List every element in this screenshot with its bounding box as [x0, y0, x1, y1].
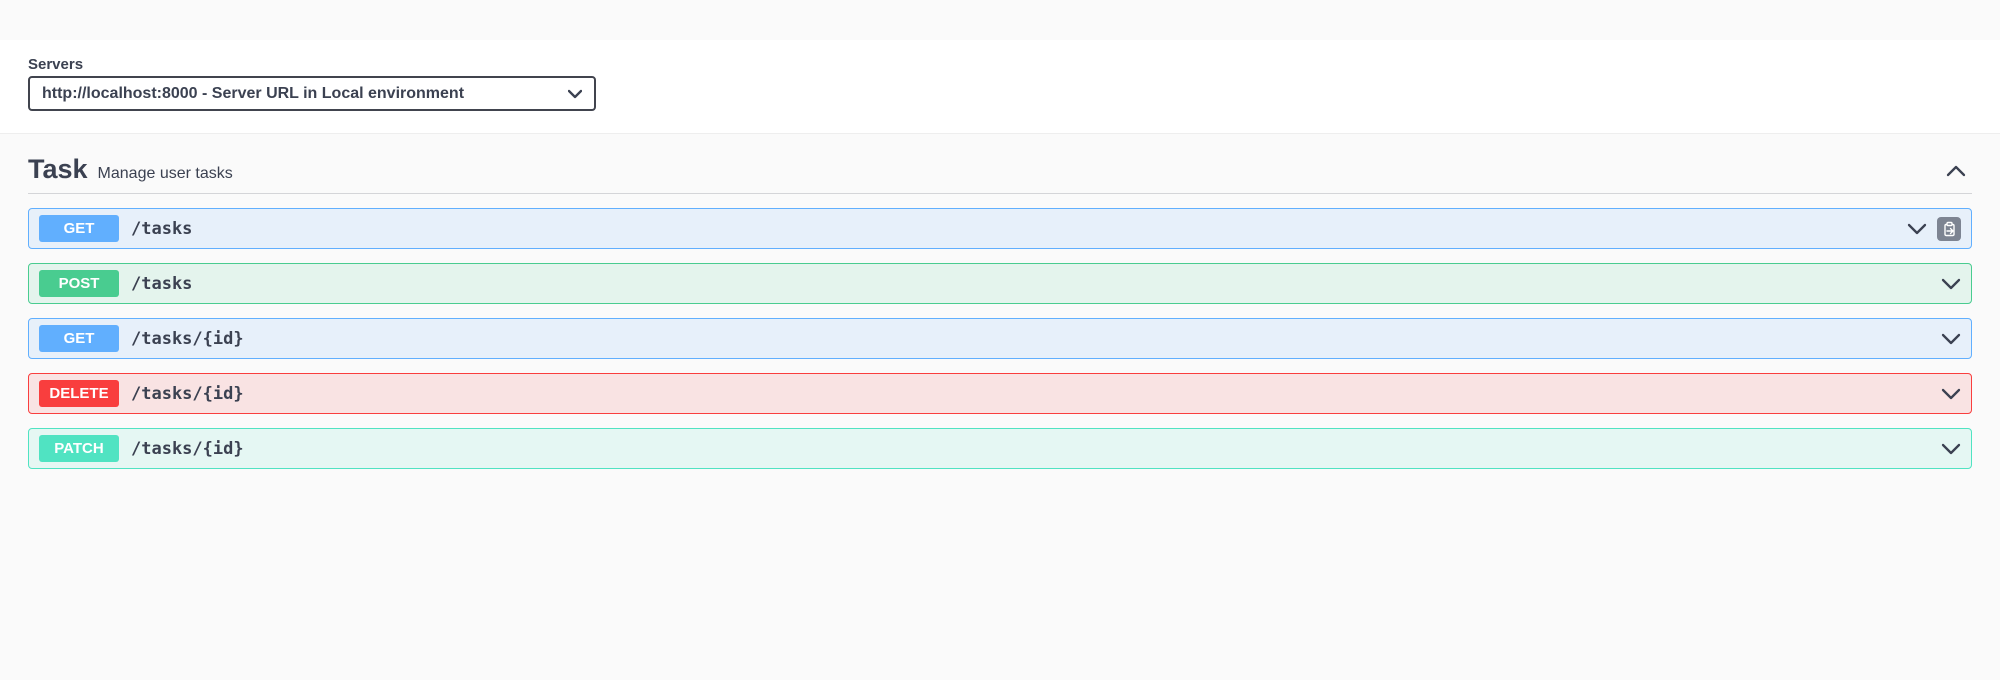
servers-section: Servers http://localhost:8000 - Server U… — [0, 40, 2000, 134]
operation-post-tasks[interactable]: POST /tasks — [28, 263, 1972, 304]
operation-right — [1941, 387, 1961, 401]
method-badge: GET — [39, 215, 119, 242]
method-badge: GET — [39, 325, 119, 352]
chevron-down-icon[interactable] — [1941, 332, 1961, 346]
chevron-down-icon[interactable] — [1907, 222, 1927, 236]
operation-right — [1941, 332, 1961, 346]
top-bar — [0, 0, 2000, 40]
method-badge: PATCH — [39, 435, 119, 462]
operation-get-tasks[interactable]: GET /tasks — [28, 208, 1972, 249]
servers-select[interactable]: http://localhost:8000 - Server URL in Lo… — [28, 76, 596, 111]
method-badge: DELETE — [39, 380, 119, 407]
servers-label: Servers — [28, 56, 1972, 73]
operation-path: /tasks/{id} — [131, 384, 1941, 404]
operation-path: /tasks — [131, 274, 1941, 294]
operation-patch-tasks-id[interactable]: PATCH /tasks/{id} — [28, 428, 1972, 469]
operation-list: GET /tasks POST /tasks — [28, 208, 1972, 469]
chevron-down-icon[interactable] — [1941, 277, 1961, 291]
tag-header-task[interactable]: Task Manage user tasks — [28, 154, 1972, 194]
operation-right — [1941, 442, 1961, 456]
chevron-down-icon[interactable] — [1941, 387, 1961, 401]
chevron-down-icon[interactable] — [1941, 442, 1961, 456]
servers-select-wrap: http://localhost:8000 - Server URL in Lo… — [28, 76, 596, 111]
operation-right — [1907, 217, 1961, 241]
operation-delete-tasks-id[interactable]: DELETE /tasks/{id} — [28, 373, 1972, 414]
operation-path: /tasks/{id} — [131, 439, 1941, 459]
operation-right — [1941, 277, 1961, 291]
copy-to-clipboard-button[interactable] — [1937, 217, 1961, 241]
tag-description: Manage user tasks — [98, 165, 1946, 183]
operation-get-tasks-id[interactable]: GET /tasks/{id} — [28, 318, 1972, 359]
tag-name: Task — [28, 154, 88, 185]
operation-path: /tasks/{id} — [131, 329, 1941, 349]
method-badge: POST — [39, 270, 119, 297]
operation-path: /tasks — [131, 219, 1907, 239]
chevron-up-icon — [1946, 164, 1966, 178]
tags-area: Task Manage user tasks GET /tasks — [0, 134, 2000, 513]
